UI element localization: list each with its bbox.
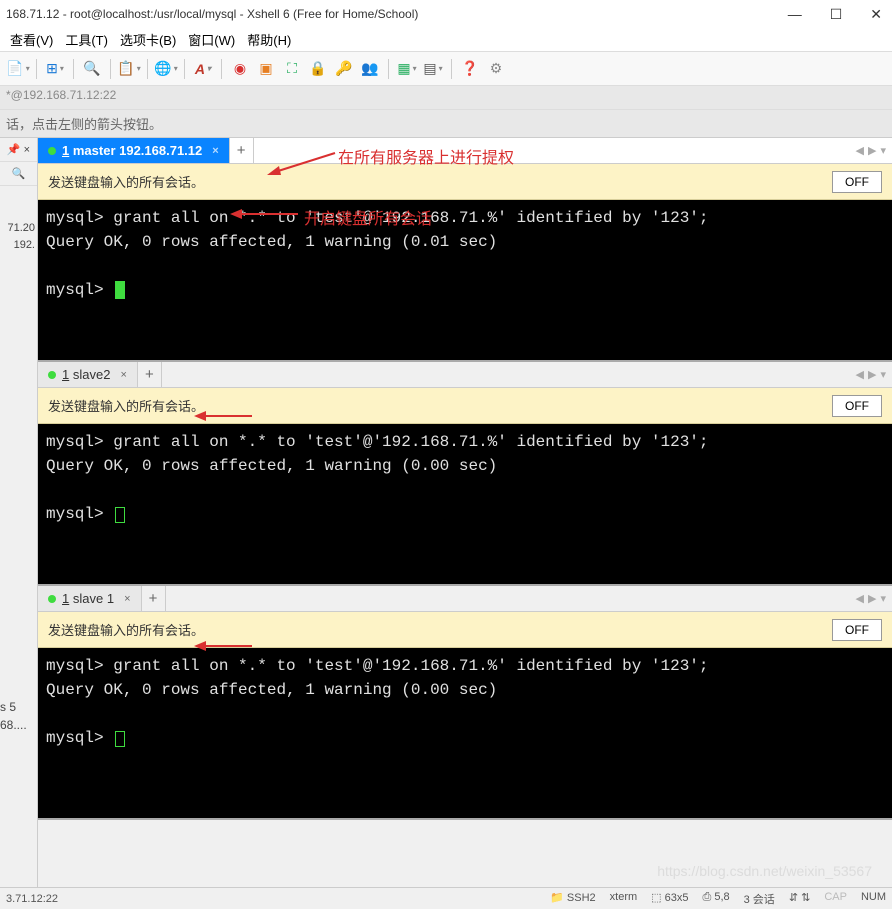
status-host: 3.71.12:22 <box>6 893 58 905</box>
broadcast-bar-2: 发送键盘输入的所有会话。 OFF <box>38 388 892 424</box>
fullscreen-icon[interactable]: ⛶ <box>282 59 302 79</box>
sidebar-search-icon[interactable]: 🔍 <box>0 162 37 186</box>
status-dot-icon <box>48 371 56 379</box>
menubar: 查看(V) 工具(T) 选项卡(B) 窗口(W) 帮助(H) <box>0 28 892 52</box>
grid-icon[interactable]: ▤ <box>423 59 443 79</box>
titlebar: 168.71.12 - root@localhost:/usr/local/my… <box>0 0 892 28</box>
broadcast-msg: 发送键盘输入的所有会话。 <box>48 172 204 191</box>
status-ssh: 📁 SSH2 <box>550 891 596 907</box>
menu-tabs[interactable]: 选项卡(B) <box>120 30 176 49</box>
terminal-1[interactable]: mysql> grant all on *.* to 'test'@'192.1… <box>38 200 892 360</box>
broadcast-off-button[interactable]: OFF <box>832 171 882 193</box>
menu-view[interactable]: 查看(V) <box>10 30 53 49</box>
broadcast-bar-1: 发送键盘输入的所有会话。 OFF <box>38 164 892 200</box>
pin-icon[interactable]: 📌 × <box>0 138 37 162</box>
tab-nav-left-icon[interactable]: ◀ <box>856 592 864 605</box>
red-circle-icon[interactable]: ◉ <box>230 59 250 79</box>
status-dot-icon <box>48 595 56 603</box>
tab-menu-icon[interactable]: ▾ <box>880 144 886 157</box>
status-dot-icon <box>48 147 56 155</box>
tab-nav-right-icon[interactable]: ▶ <box>868 592 876 605</box>
status-cap: CAP <box>824 891 847 907</box>
tab-master[interactable]: 1 master 192.168.71.12 × <box>38 138 230 163</box>
hintbar: 话，点击左侧的箭头按钮。 <box>0 110 892 138</box>
toolbar: 📄 ⊞ 🔍 📋 🌐 A ◉ ▣ ⛶ 🔒 🔑 👥 ▦ ▤ ❓ ⚙ <box>0 52 892 86</box>
tab-close-icon[interactable]: × <box>212 145 218 157</box>
add-tab-button[interactable]: + <box>230 138 254 163</box>
tab-close-icon[interactable]: × <box>124 593 130 605</box>
broadcast-off-button[interactable]: OFF <box>832 619 882 641</box>
sidebar-text: s 5 68.... <box>0 698 27 734</box>
tabstrip-1: 1 master 192.168.71.12 × + ◀ ▶ ▾ <box>38 138 892 164</box>
main-area: 1 master 192.168.71.12 × + ◀ ▶ ▾ 发送键盘输入的所有… <box>38 138 892 887</box>
add-tab-button[interactable]: + <box>142 586 166 611</box>
status-term: xterm <box>610 891 638 907</box>
left-sidebar: 📌 × 🔍 71.20192. <box>0 138 38 887</box>
key-icon[interactable]: 🔑 <box>334 59 354 79</box>
users-icon[interactable]: 👥 <box>360 59 380 79</box>
tab-slave1[interactable]: 1 slave 1 × <box>38 586 142 611</box>
tab-close-icon[interactable]: × <box>120 369 126 381</box>
status-size: ⬚ 63x5 <box>651 891 688 907</box>
help-icon[interactable]: ❓ <box>460 59 480 79</box>
terminal-2[interactable]: mysql> grant all on *.* to 'test'@'192.1… <box>38 424 892 584</box>
tabstrip-3: 1 slave 1 × + ◀ ▶ ▾ <box>38 586 892 612</box>
pane-slave1: 1 slave 1 × + ◀ ▶ ▾ 发送键盘输入的所有会话。 OFF mysql… <box>38 586 892 820</box>
maximize-button[interactable]: ☐ <box>830 6 843 23</box>
new-icon[interactable]: ⊞ <box>45 59 65 79</box>
copy-icon[interactable]: 📋 <box>119 59 139 79</box>
layout-icon[interactable]: ▦ <box>397 59 417 79</box>
globe-icon[interactable]: 🌐 <box>156 59 176 79</box>
tab-nav-right-icon[interactable]: ▶ <box>868 144 876 157</box>
status-sess1: ⎙ 5,8 <box>702 891 729 907</box>
broadcast-bar-3: 发送键盘输入的所有会话。 OFF <box>38 612 892 648</box>
search-icon[interactable]: 🔍 <box>82 59 102 79</box>
settings-icon[interactable]: ⚙ <box>486 59 506 79</box>
broadcast-msg: 发送键盘输入的所有会话。 <box>48 620 204 639</box>
sidebar-ip: 71.20192. <box>0 216 37 257</box>
status-num: NUM <box>861 891 886 907</box>
tab-menu-icon[interactable]: ▾ <box>880 592 886 605</box>
menu-tools[interactable]: 工具(T) <box>65 30 108 49</box>
menu-help[interactable]: 帮助(H) <box>247 30 291 49</box>
terminal-3[interactable]: mysql> grant all on *.* to 'test'@'192.1… <box>38 648 892 818</box>
statusbar: 3.71.12:22 📁 SSH2 xterm ⬚ 63x5 ⎙ 5,8 3 会… <box>0 887 892 909</box>
broadcast-msg: 发送键盘输入的所有会话。 <box>48 396 204 415</box>
tab-nav-left-icon[interactable]: ◀ <box>856 144 864 157</box>
tab-nav-left-icon[interactable]: ◀ <box>856 368 864 381</box>
hint-text: 话，点击左侧的箭头按钮。 <box>6 117 162 132</box>
lock-icon[interactable]: 🔒 <box>308 59 328 79</box>
status-sess2: 3 会话 <box>744 891 775 907</box>
broadcast-off-button[interactable]: OFF <box>832 395 882 417</box>
menu-window[interactable]: 窗口(W) <box>188 30 235 49</box>
tab-nav-right-icon[interactable]: ▶ <box>868 368 876 381</box>
close-button[interactable]: ✕ <box>870 6 882 23</box>
tab-slave2[interactable]: 1 slave2 × <box>38 362 138 387</box>
addressbar: *@192.168.71.12:22 <box>0 86 892 110</box>
window-buttons: — ☐ ✕ <box>788 6 886 23</box>
tabstrip-2: 1 slave2 × + ◀ ▶ ▾ <box>38 362 892 388</box>
minimize-button[interactable]: — <box>788 6 802 23</box>
address-text: *@192.168.71.12:22 <box>6 88 116 102</box>
pane-slave2: 1 slave2 × + ◀ ▶ ▾ 发送键盘输入的所有会话。 OFF mysql>… <box>38 362 892 586</box>
pane-master: 1 master 192.168.71.12 × + ◀ ▶ ▾ 发送键盘输入的所有… <box>38 138 892 362</box>
session-icon[interactable]: 📄 <box>8 59 28 79</box>
orange-icon[interactable]: ▣ <box>256 59 276 79</box>
add-tab-button[interactable]: + <box>138 362 162 387</box>
tab-menu-icon[interactable]: ▾ <box>880 368 886 381</box>
font-icon[interactable]: A <box>193 59 213 79</box>
window-title: 168.71.12 - root@localhost:/usr/local/my… <box>6 7 418 21</box>
